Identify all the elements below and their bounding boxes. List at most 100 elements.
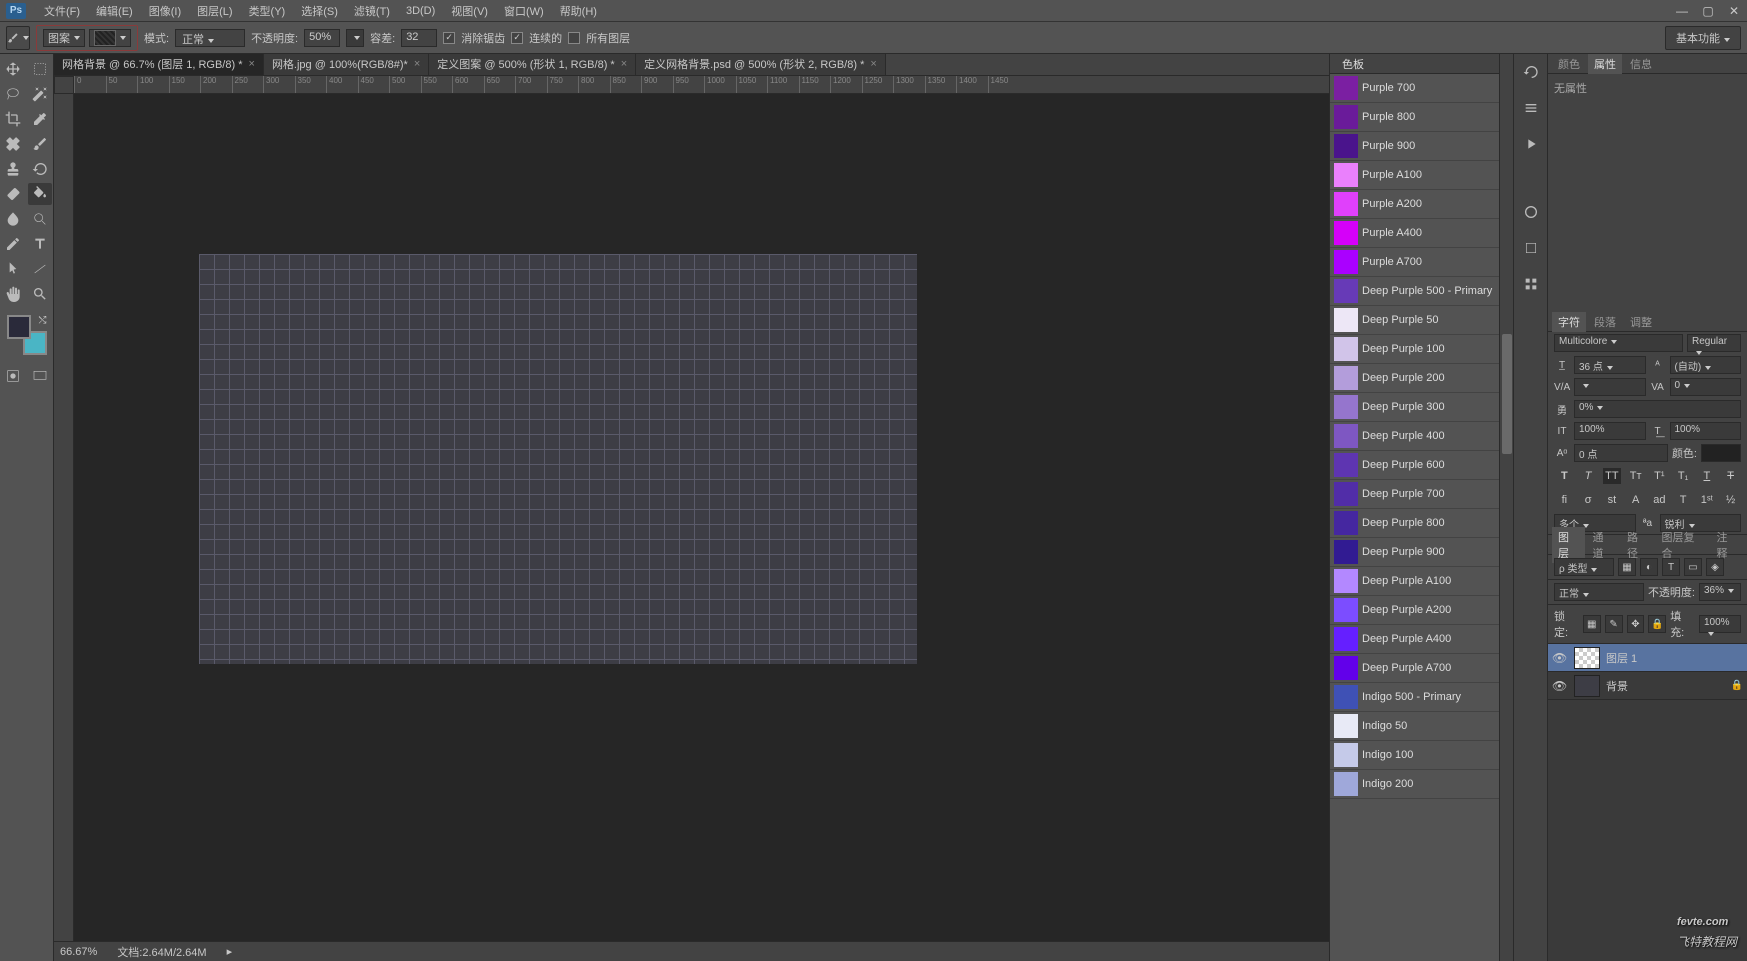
menu-help[interactable]: 帮助(H) [552,0,605,22]
marquee-tool[interactable] [28,58,52,80]
ruler-vertical[interactable] [54,94,74,941]
tab-character[interactable]: 字符 [1552,312,1586,332]
vscale-input[interactable]: 100% [1574,422,1646,440]
swatch-row[interactable]: Purple 700 [1330,74,1499,103]
antialias-checkbox[interactable]: ✓ [443,32,455,44]
lasso-tool[interactable] [1,83,25,105]
zoom-tool[interactable] [28,283,52,305]
ot-st[interactable]: st [1603,492,1621,508]
menu-image[interactable]: 图像(I) [141,0,189,22]
actions-panel-icon[interactable] [1519,96,1543,120]
swatch-row[interactable]: Indigo 50 [1330,712,1499,741]
doc-tab-0[interactable]: 网格背景 @ 66.7% (图层 1, RGB/8) *× [54,54,264,75]
path-select-tool[interactable] [1,258,25,280]
swatch-row[interactable]: Deep Purple A400 [1330,625,1499,654]
lock-trans-icon[interactable]: ▦ [1583,615,1601,633]
bucket-tool[interactable] [28,183,52,205]
eraser-tool[interactable] [1,183,25,205]
menu-edit[interactable]: 编辑(E) [88,0,141,22]
move-tool[interactable] [1,58,25,80]
swatch-row[interactable]: Deep Purple A200 [1330,596,1499,625]
font-family-select[interactable]: Multicolore [1554,334,1683,352]
swatch-row[interactable]: Deep Purple A700 [1330,654,1499,683]
ot-T[interactable]: T [1674,492,1692,508]
layer-blend-select[interactable]: 正常 [1554,583,1644,601]
magic-wand-tool[interactable] [28,83,52,105]
fill-type-select[interactable]: 图案 [43,29,85,47]
layer-opacity-input[interactable]: 36% [1699,583,1741,601]
canvas-viewport[interactable] [74,94,1329,941]
leading-input[interactable]: (自动) [1670,356,1742,374]
font-size-input[interactable]: 36 点 [1574,356,1646,374]
bold-button[interactable]: T [1555,468,1573,484]
history-brush-tool[interactable] [28,158,52,180]
close-icon[interactable]: × [621,58,627,70]
filter-adjust-icon[interactable]: ◐ [1640,558,1658,576]
swatches-tab[interactable]: 色板 [1336,54,1370,74]
scroll-thumb[interactable] [1502,334,1512,454]
styles-panel-icon[interactable] [1519,200,1543,224]
swatch-row[interactable]: Indigo 500 - Primary [1330,683,1499,712]
ot-A[interactable]: A [1627,492,1645,508]
superscript-button[interactable]: T¹ [1650,468,1668,484]
tab-adjustments[interactable]: 调整 [1624,312,1658,332]
channels-panel-icon[interactable] [1519,272,1543,296]
allcaps-button[interactable]: TT [1603,468,1621,484]
doc-info[interactable]: 文档:2.64M/2.64M [117,944,206,960]
tracking-input[interactable]: 0 [1670,378,1742,396]
minimize-button[interactable]: — [1669,1,1695,21]
swatch-row[interactable]: Deep Purple 700 [1330,480,1499,509]
visibility-icon[interactable]: 👁 [1552,679,1568,693]
opacity-dropdown[interactable] [346,29,364,47]
tab-properties[interactable]: 属性 [1588,54,1622,74]
visibility-icon[interactable]: 👁 [1552,651,1568,665]
ot-ad[interactable]: ad [1650,492,1668,508]
subscript-button[interactable]: T₁ [1674,468,1692,484]
swatch-row[interactable]: Purple A200 [1330,190,1499,219]
swatch-row[interactable]: Purple A400 [1330,219,1499,248]
ot-1st[interactable]: 1ˢᵗ [1698,492,1716,508]
doc-tab-3[interactable]: 定义网格背景.psd @ 500% (形状 2, RGB/8) *× [636,54,886,75]
pattern-picker[interactable] [89,29,131,47]
workspace-switcher[interactable]: 基本功能 [1665,26,1741,50]
font-style-select[interactable]: Regular [1687,334,1741,352]
layer-row[interactable]: 👁 图层 1 [1548,644,1747,672]
close-icon[interactable]: × [870,58,876,70]
screenmode-tool[interactable] [28,365,52,387]
play-panel-icon[interactable] [1519,132,1543,156]
blend-mode-select[interactable]: 正常 [175,29,245,47]
healing-tool[interactable] [1,133,25,155]
baseline-input[interactable]: 0 点 [1574,444,1668,462]
tool-preset-picker[interactable] [6,26,30,50]
swatch-row[interactable]: Deep Purple 100 [1330,335,1499,364]
all-layers-checkbox[interactable] [568,32,580,44]
swatch-row[interactable]: Purple A700 [1330,248,1499,277]
ot-sigma[interactable]: σ [1579,492,1597,508]
tab-info[interactable]: 信息 [1624,54,1658,74]
brush-tool[interactable] [28,133,52,155]
stamp-tool[interactable] [1,158,25,180]
tolerance-input[interactable]: 32 [401,29,437,47]
foreground-color-swatch[interactable] [7,315,31,339]
history-panel-icon[interactable] [1519,60,1543,84]
underline-button[interactable]: T [1698,468,1716,484]
italic-button[interactable]: T [1579,468,1597,484]
swatch-row[interactable]: Purple 900 [1330,132,1499,161]
quickmask-tool[interactable] [1,365,25,387]
swatch-row[interactable]: Deep Purple 600 [1330,451,1499,480]
swap-colors-icon[interactable]: ⤭ [39,315,47,326]
close-icon[interactable]: × [249,58,255,70]
strike-button[interactable]: T [1722,468,1740,484]
menu-view[interactable]: 视图(V) [443,0,496,22]
pen-tool[interactable] [1,233,25,255]
lock-pos-icon[interactable]: ✥ [1627,615,1645,633]
close-icon[interactable]: × [414,58,420,70]
swatch-row[interactable]: Deep Purple 200 [1330,364,1499,393]
filter-pixel-icon[interactable]: ▦ [1618,558,1636,576]
tab-paragraph[interactable]: 段落 [1588,312,1622,332]
ot-fi[interactable]: fi [1555,492,1573,508]
maximize-button[interactable]: ▢ [1695,1,1721,21]
layer-filter-select[interactable]: ρ 类型 [1554,558,1614,576]
menu-layer[interactable]: 图层(L) [189,0,240,22]
layer-name[interactable]: 图层 1 [1606,650,1637,666]
